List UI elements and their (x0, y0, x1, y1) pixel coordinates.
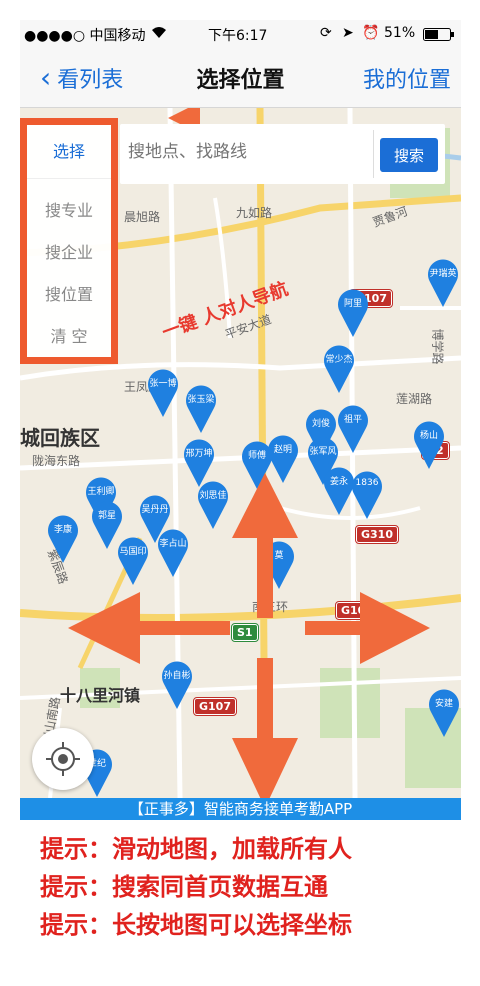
map-pin[interactable]: 尹瑞英 (426, 258, 460, 308)
map-pin[interactable]: 马国印 (116, 536, 150, 586)
battery-percent: 51% (384, 25, 416, 41)
lock-rotation-icon: ⟳ (320, 25, 332, 41)
nav-bar: ‹ 看列表 选择位置 我的位置 (20, 48, 461, 108)
map-label-road: 南三环 (252, 600, 289, 614)
map-pin[interactable]: 刘思佳 (196, 480, 230, 530)
search-divider (373, 130, 374, 178)
search-input[interactable] (128, 142, 368, 162)
map-pin[interactable]: 赵明 (266, 434, 300, 484)
highway-shield: S1 (231, 623, 259, 642)
highway-shield: G107 (335, 601, 379, 620)
map-label-road: 莲湖路 (396, 392, 433, 406)
map-pin[interactable]: 莫 (262, 540, 296, 590)
clock: 下午6:17 (208, 28, 268, 44)
tip-line: 提示：长按地图可以选择坐标 (40, 911, 352, 939)
map-pin[interactable]: 安建 (427, 688, 461, 738)
dropdown-item-professional[interactable]: 搜专业 (27, 197, 111, 221)
app-banner: 【正事多】智能商务接单考勤APP (20, 798, 461, 820)
dropdown-item-clear[interactable]: 清 空 (27, 323, 111, 347)
search-button[interactable]: 搜索 (380, 138, 438, 172)
search-bar: 搜索 (120, 124, 445, 184)
dropdown-header[interactable]: 选择 (27, 125, 111, 179)
alarm-icon: ⏰ (362, 25, 380, 41)
map-pin[interactable]: 杨山 (412, 420, 446, 470)
map-label-road: 曹乡 (270, 740, 295, 754)
map-label-road: 陇海东路 (32, 454, 81, 468)
crosshair-icon (46, 742, 80, 776)
highway-shield: G107 (193, 697, 237, 716)
wifi-icon (150, 25, 168, 43)
highway-shield: G310 (355, 525, 399, 544)
my-location-button[interactable]: 我的位置 (363, 62, 451, 94)
location-arrow-icon: ➤ (342, 25, 354, 41)
map-label-town: 十八里河镇 (60, 686, 141, 705)
map-pin[interactable]: 常少杰 (322, 344, 356, 394)
map-pin[interactable]: 1836 (350, 470, 384, 520)
map-label-district: 城回族区 (20, 426, 100, 450)
map-pin[interactable]: 孙自彬 (160, 660, 194, 710)
dropdown-item-company[interactable]: 搜企业 (27, 239, 111, 263)
battery-icon (423, 28, 455, 45)
tip-line: 提示：搜索同首页数据互通 (40, 873, 328, 901)
map-label-road: 九如路 (236, 206, 273, 220)
map-pin[interactable]: 阿里 (336, 288, 370, 338)
map-label-road: 博学路 (430, 328, 445, 365)
map-pin[interactable]: 李占山 (156, 528, 190, 578)
map-pin[interactable]: 李康 (46, 514, 80, 564)
map-pin[interactable]: 张玉梁 (184, 384, 218, 434)
map-pin[interactable]: 祖平 (336, 404, 370, 454)
locate-me-button[interactable] (32, 728, 94, 790)
tips-section: 提示：滑动地图，加载所有人 提示：搜索同首页数据互通 提示：长按地图可以选择坐标 (40, 830, 460, 944)
map-label-road: 晨旭路 (124, 210, 161, 224)
status-bar: ●●●●○ 中国移动 下午6:17 ⟳ ➤ ⏰ 51% (20, 20, 461, 48)
phone-screen: ●●●●○ 中国移动 下午6:17 ⟳ ➤ ⏰ 51% ‹ 看列表 选择位置 我… (20, 20, 461, 820)
search-type-dropdown: 选择 搜专业 搜企业 搜位置 清 空 (20, 118, 118, 364)
tip-line: 提示：滑动地图，加载所有人 (40, 835, 352, 863)
carrier-signal: ●●●●○ 中国移动 (24, 28, 146, 44)
dropdown-item-location[interactable]: 搜位置 (27, 281, 111, 305)
map-pin[interactable]: 张一博 (146, 368, 180, 418)
